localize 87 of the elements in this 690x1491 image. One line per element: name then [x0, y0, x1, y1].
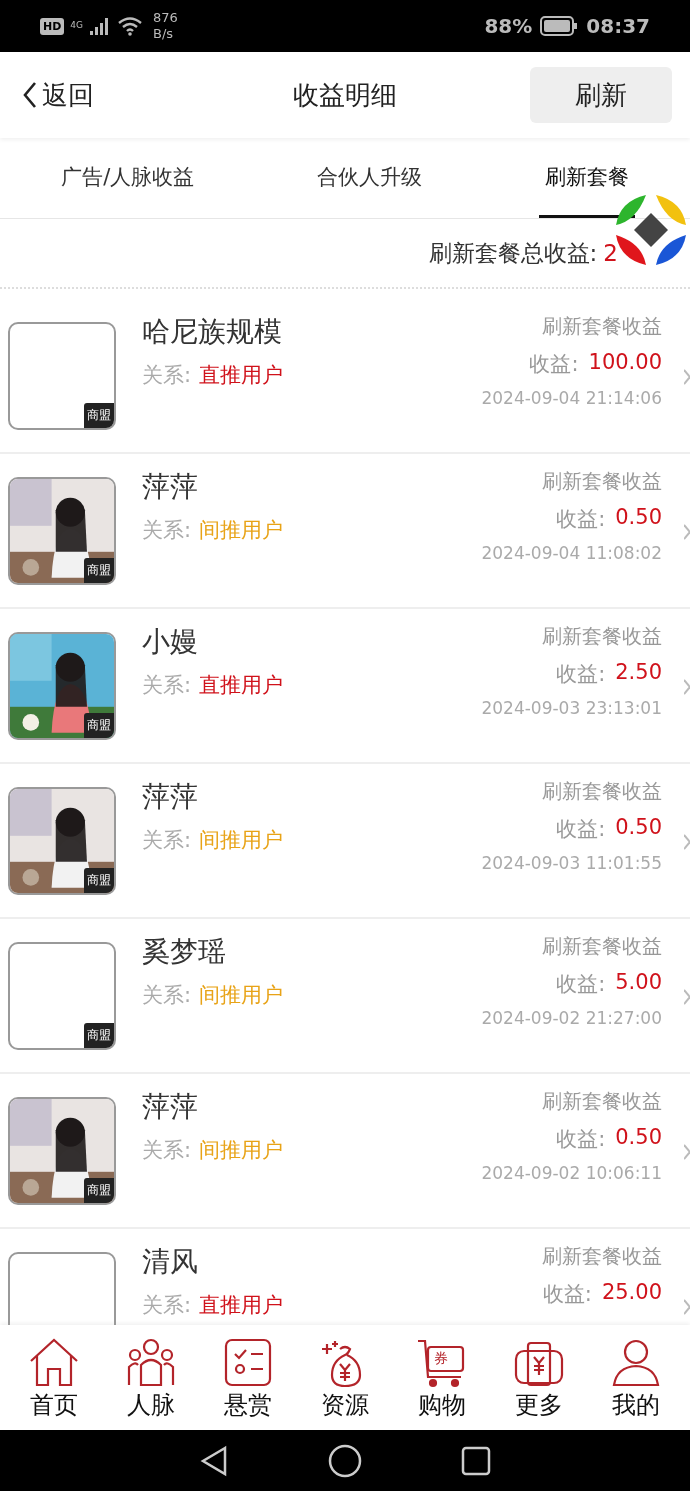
speed-value: 876: [153, 10, 178, 26]
nav-tab[interactable]: 悬赏: [200, 1337, 296, 1430]
amount-value: 25.00: [601, 1280, 662, 1306]
amount-label: 收益:: [556, 1126, 606, 1153]
back-button[interactable]: 返回: [22, 77, 94, 113]
timestamp: 2024-09-03 23:13:01: [481, 698, 662, 718]
relation-value: 间推用户: [199, 517, 284, 544]
earning-type: 刷新套餐收益: [542, 1243, 662, 1270]
merchant-badge: 商盟: [84, 402, 114, 428]
total-earnings-label: 刷新套餐总收益:: [428, 238, 598, 268]
earning-type: 刷新套餐收益: [542, 933, 662, 960]
amount-label: 收益:: [556, 661, 606, 688]
user-name: 奚梦瑶: [142, 934, 227, 970]
relation-value: 间推用户: [199, 1137, 284, 1164]
timestamp: 2024-09-04 21:14:06: [481, 388, 662, 408]
network-type: 4G: [70, 20, 84, 30]
nav-tab[interactable]: 人脉: [103, 1337, 199, 1430]
total-earnings-value: 2: [603, 240, 618, 266]
speed-unit: B/s: [153, 26, 175, 42]
clock: 08:37: [586, 14, 650, 38]
battery-percent: 88%: [484, 14, 533, 38]
earning-type: 刷新套餐收益: [542, 623, 662, 650]
relation-label: 关系:: [142, 362, 192, 389]
amount-value: 0.50: [615, 815, 662, 841]
amount-label: 收益:: [556, 506, 606, 533]
nav-tab[interactable]: 券 购物: [394, 1337, 490, 1430]
user-name: 萍萍: [142, 1089, 199, 1125]
coupon-label: 券: [434, 1350, 448, 1368]
chevron-icon: [684, 1142, 690, 1162]
amount-label: 收益:: [529, 351, 579, 378]
nav-tab[interactable]: 更多: [491, 1337, 587, 1430]
user-name: 哈尼族规模: [142, 314, 283, 350]
earning-type: 刷新套餐收益: [542, 778, 662, 805]
timestamp: 2024-09-04 11:08:02: [481, 543, 662, 563]
relation-label: 关系:: [142, 517, 192, 544]
merchant-badge: 商盟: [84, 1022, 114, 1048]
tab[interactable]: 广告/人脉收益: [55, 138, 201, 218]
chevron-icon: [684, 367, 690, 387]
tab[interactable]: 合伙人升级: [311, 138, 429, 218]
amount-value: 2.50: [615, 660, 662, 686]
page-title: 收益明细: [293, 78, 397, 112]
relation-value: 直推用户: [199, 362, 284, 389]
relation-value: 间推用户: [199, 827, 284, 854]
user-name: 清风: [142, 1244, 199, 1280]
merchant-badge: 商盟: [84, 712, 114, 738]
hd-indicator: HD: [40, 17, 65, 35]
relation-label: 关系:: [142, 672, 192, 699]
amount-value: 5.00: [615, 970, 662, 996]
recents-icon[interactable]: [460, 1445, 491, 1476]
user-name: 萍萍: [142, 779, 199, 815]
earning-type: 刷新套餐收益: [542, 1088, 662, 1115]
chevron-icon: [684, 677, 690, 697]
back-icon: [22, 81, 38, 109]
merchant-badge: 商盟: [84, 867, 114, 893]
earning-type: 刷新套餐收益: [542, 313, 662, 340]
relation-value: 直推用户: [199, 1292, 284, 1319]
chevron-icon: [684, 832, 690, 852]
amount-value: 0.50: [615, 505, 662, 531]
nav-tab[interactable]: 资源: [297, 1337, 393, 1430]
timestamp: 2024-09-02 21:27:00: [481, 1008, 662, 1028]
refresh-button[interactable]: 刷新: [530, 67, 672, 123]
battery-icon: [540, 16, 579, 36]
nav-tab[interactable]: 我的: [588, 1337, 684, 1430]
user-name: 小嫚: [142, 624, 199, 660]
relation-label: 关系:: [142, 1292, 192, 1319]
amount-label: 收益:: [556, 816, 606, 843]
wifi-icon: [117, 16, 144, 36]
merchant-badge: 商盟: [84, 557, 114, 583]
merchant-badge: 商盟: [84, 1177, 114, 1203]
earning-type: 刷新套餐收益: [542, 468, 662, 495]
home-circle-icon[interactable]: [328, 1443, 362, 1478]
chevron-icon: [684, 1297, 690, 1317]
relation-value: 直推用户: [199, 672, 284, 699]
amount-label: 收益:: [556, 971, 606, 998]
amount-label: 收益:: [542, 1281, 592, 1308]
chevron-icon: [684, 522, 690, 542]
relation-label: 关系:: [142, 827, 192, 854]
relation-label: 关系:: [142, 1137, 192, 1164]
amount-value: 100.00: [588, 350, 662, 376]
relation-label: 关系:: [142, 982, 192, 1009]
relation-value: 间推用户: [199, 982, 284, 1009]
nav-tab[interactable]: 首页: [6, 1337, 102, 1430]
timestamp: 2024-09-02 10:06:11: [481, 1163, 662, 1183]
user-name: 萍萍: [142, 469, 199, 505]
chevron-icon: [684, 987, 690, 1007]
timestamp: 2024-09-03 11:01:55: [481, 853, 662, 873]
amount-value: 0.50: [615, 1125, 662, 1151]
